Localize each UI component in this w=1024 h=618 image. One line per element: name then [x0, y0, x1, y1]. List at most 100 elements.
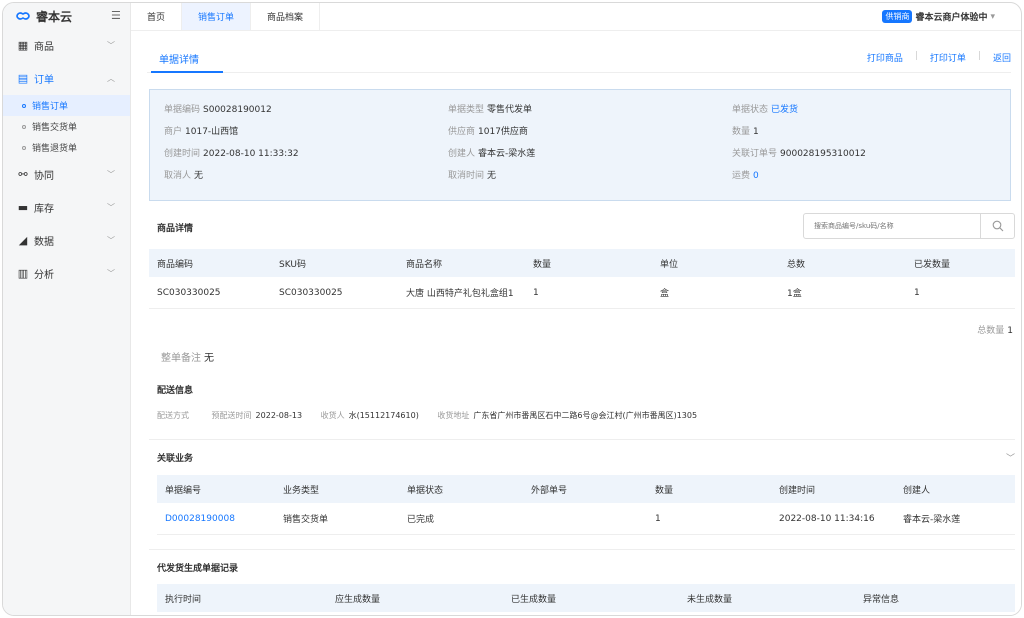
header-actions: 打印商品 | 打印订单 | 返回	[867, 51, 1011, 64]
receiver-label: 收货人	[320, 411, 345, 420]
tab-detail[interactable]: 单据详情	[159, 51, 199, 66]
info-value: 零售代发单	[487, 105, 533, 115]
info-label: 供应商	[448, 127, 476, 137]
search-button[interactable]	[980, 214, 1014, 238]
sidebar-group-data[interactable]: ◢ 数据 ﹀	[3, 224, 130, 257]
address-value: 广东省广州市番禺区石中二路6号@会江村(广州市番禺区)1305	[473, 411, 698, 420]
cell-qty: 1	[533, 287, 539, 298]
sidebar-group-goods[interactable]: ▦ 商品 ﹀	[3, 29, 130, 62]
tab-sales-order[interactable]: 销售订单	[182, 3, 252, 30]
goods-section-title: 商品详情	[157, 224, 194, 234]
cell-qty: 1	[655, 513, 661, 524]
related-section-title: 关联业务	[157, 454, 194, 464]
total-quantity: 总数量 1	[977, 323, 1013, 336]
info-value: 已发货	[771, 105, 799, 115]
sidebar-item-delivery-order[interactable]: 销售交货单	[3, 116, 130, 137]
info-label: 运费	[732, 171, 751, 181]
role-badge: 供销商	[882, 10, 913, 23]
info-label: 创建人	[448, 149, 476, 159]
delivery-date-value: 2022-08-13	[255, 411, 303, 420]
info-type: 单据类型 零售代发单	[448, 102, 532, 115]
tab-home[interactable]: 首页	[131, 3, 183, 30]
search-icon	[992, 220, 1003, 232]
info-value: 1017-山西馆	[185, 127, 239, 137]
column-header: 已发数量	[914, 259, 951, 270]
column-header: 单据状态	[407, 485, 444, 496]
app-window: 睿本云 ☰ ▦ 商品 ﹀ ▤ 订单 ︿ 销售订单 销售交货单 销售退货单 ⚯ 协…	[2, 2, 1022, 616]
sidebar-group-analysis[interactable]: ▥ 分析 ﹀	[3, 257, 130, 290]
sidebar-item-sales-order[interactable]: 销售订单	[3, 95, 130, 116]
cell-created-time: 2022-08-10 11:34:16	[779, 513, 875, 524]
chevron-down-icon: ﹀	[107, 269, 115, 278]
info-label: 商户	[164, 127, 183, 137]
delivery-info: 配送方式 预配送时间 2022-08-13 收货人 水(15112174610) 收…	[157, 410, 713, 421]
sidebar-group-inventory[interactable]: ▬ 库存 ﹀	[3, 191, 130, 224]
bar-chart-icon: ▥	[17, 267, 29, 280]
print-goods-button[interactable]: 打印商品	[867, 51, 903, 64]
table-row: D00028190008 销售交货单 已完成 1 2022-08-10 11:3…	[157, 503, 1015, 535]
info-linked-order: 关联订单号 900028195310012	[732, 146, 866, 159]
cell-doc-status: 已完成	[407, 515, 435, 525]
divider	[149, 549, 1015, 550]
top-tab-bar: 首页 销售订单 商品档案 供销商 睿本云商户体验中 ▾	[131, 3, 1021, 31]
cell-unit: 盒	[660, 289, 670, 299]
table-header: 单据编号 业务类型 单据状态 外部单号 数量 创建时间 创建人	[157, 475, 1015, 503]
column-header: 应生成数量	[335, 594, 381, 605]
chevron-down-icon: ﹀	[107, 203, 115, 212]
address-label: 收货地址	[437, 411, 470, 420]
column-header: 外部单号	[531, 485, 568, 496]
sidebar-group-label: 数据	[34, 237, 54, 248]
print-order-button[interactable]: 打印订单	[930, 51, 966, 64]
sidebar-group-collab[interactable]: ⚯ 协同 ﹀	[3, 158, 130, 191]
brand-name: 睿本云	[36, 9, 73, 24]
table-header: 商品编码 SKU码 商品名称 数量 单位 总数 已发数量	[149, 249, 1015, 277]
info-merchant: 商户 1017-山西馆	[164, 124, 238, 137]
cell-business-type: 销售交货单	[283, 515, 329, 525]
chevron-down-icon: ﹀	[107, 236, 115, 245]
sidebar-group-orders[interactable]: ▤ 订单 ︿	[3, 62, 130, 95]
order-info-panel: 单据编码 S00028190012 单据类型 零售代发单 单据状态 已发货 商户 101…	[149, 89, 1011, 201]
chevron-down-icon: ﹀	[107, 170, 115, 179]
merchant-switcher[interactable]: 供销商 睿本云商户体验中 ▾	[882, 10, 995, 23]
cell-goods-code: SC030330025	[157, 287, 221, 298]
info-canceler: 取消人无	[164, 168, 203, 181]
info-value: 睿本云-梁水莲	[478, 149, 536, 159]
related-doc-link[interactable]: D00028190008	[157, 514, 283, 524]
records-section-title: 代发货生成单据记录	[157, 564, 239, 574]
chevron-down-icon[interactable]: ﹀	[1006, 451, 1015, 464]
info-value: 1	[753, 127, 759, 137]
goods-search	[803, 213, 1015, 239]
table-row: SC030330025 SC030330025 大唐 山西特产礼包礼盒组1 1 …	[149, 277, 1015, 309]
document-icon: ▤	[17, 72, 29, 85]
sidebar-item-return-order[interactable]: 销售退货单	[3, 137, 130, 158]
info-value: 900028195310012	[780, 149, 866, 159]
grid-icon: ▦	[17, 39, 29, 52]
column-header: 未生成数量	[687, 594, 733, 605]
column-header: 创建时间	[779, 485, 816, 496]
cell-creator: 睿本云-梁水莲	[903, 515, 961, 525]
info-label: 取消人	[164, 171, 192, 181]
sidebar-group-label: 订单	[34, 75, 54, 86]
info-value: 0	[753, 171, 759, 181]
column-header: 异常信息	[863, 594, 900, 605]
menu-fold-icon[interactable]: ☰	[111, 9, 121, 22]
info-label: 单据编码	[164, 105, 201, 115]
column-header: 创建人	[903, 485, 931, 496]
cell-shipped: 1	[914, 287, 920, 298]
detail-header: 单据详情 打印商品 | 打印订单 | 返回	[147, 45, 1011, 73]
delivery-method-label: 配送方式	[157, 411, 189, 420]
chevron-up-icon: ︿	[107, 74, 115, 83]
inventory-icon: ▬	[17, 201, 29, 214]
related-table: 单据编号 业务类型 单据状态 外部单号 数量 创建时间 创建人 D0002819…	[157, 475, 1015, 535]
column-header: 数量	[533, 259, 552, 270]
goods-table: 商品编码 SKU码 商品名称 数量 单位 总数 已发数量 SC030330025…	[149, 249, 1015, 309]
goods-search-input[interactable]	[804, 214, 980, 238]
info-label: 数量	[732, 127, 751, 137]
back-button[interactable]: 返回	[993, 51, 1011, 64]
tab-goods-archive[interactable]: 商品档案	[251, 3, 321, 30]
info-value: 2022-08-10 11:33:32	[203, 149, 299, 159]
column-header: 数量	[655, 485, 674, 496]
info-code: 单据编码 S00028190012	[164, 102, 272, 115]
info-created: 创建时间 2022-08-10 11:33:32	[164, 146, 299, 159]
info-label: 关联订单号	[732, 149, 778, 159]
